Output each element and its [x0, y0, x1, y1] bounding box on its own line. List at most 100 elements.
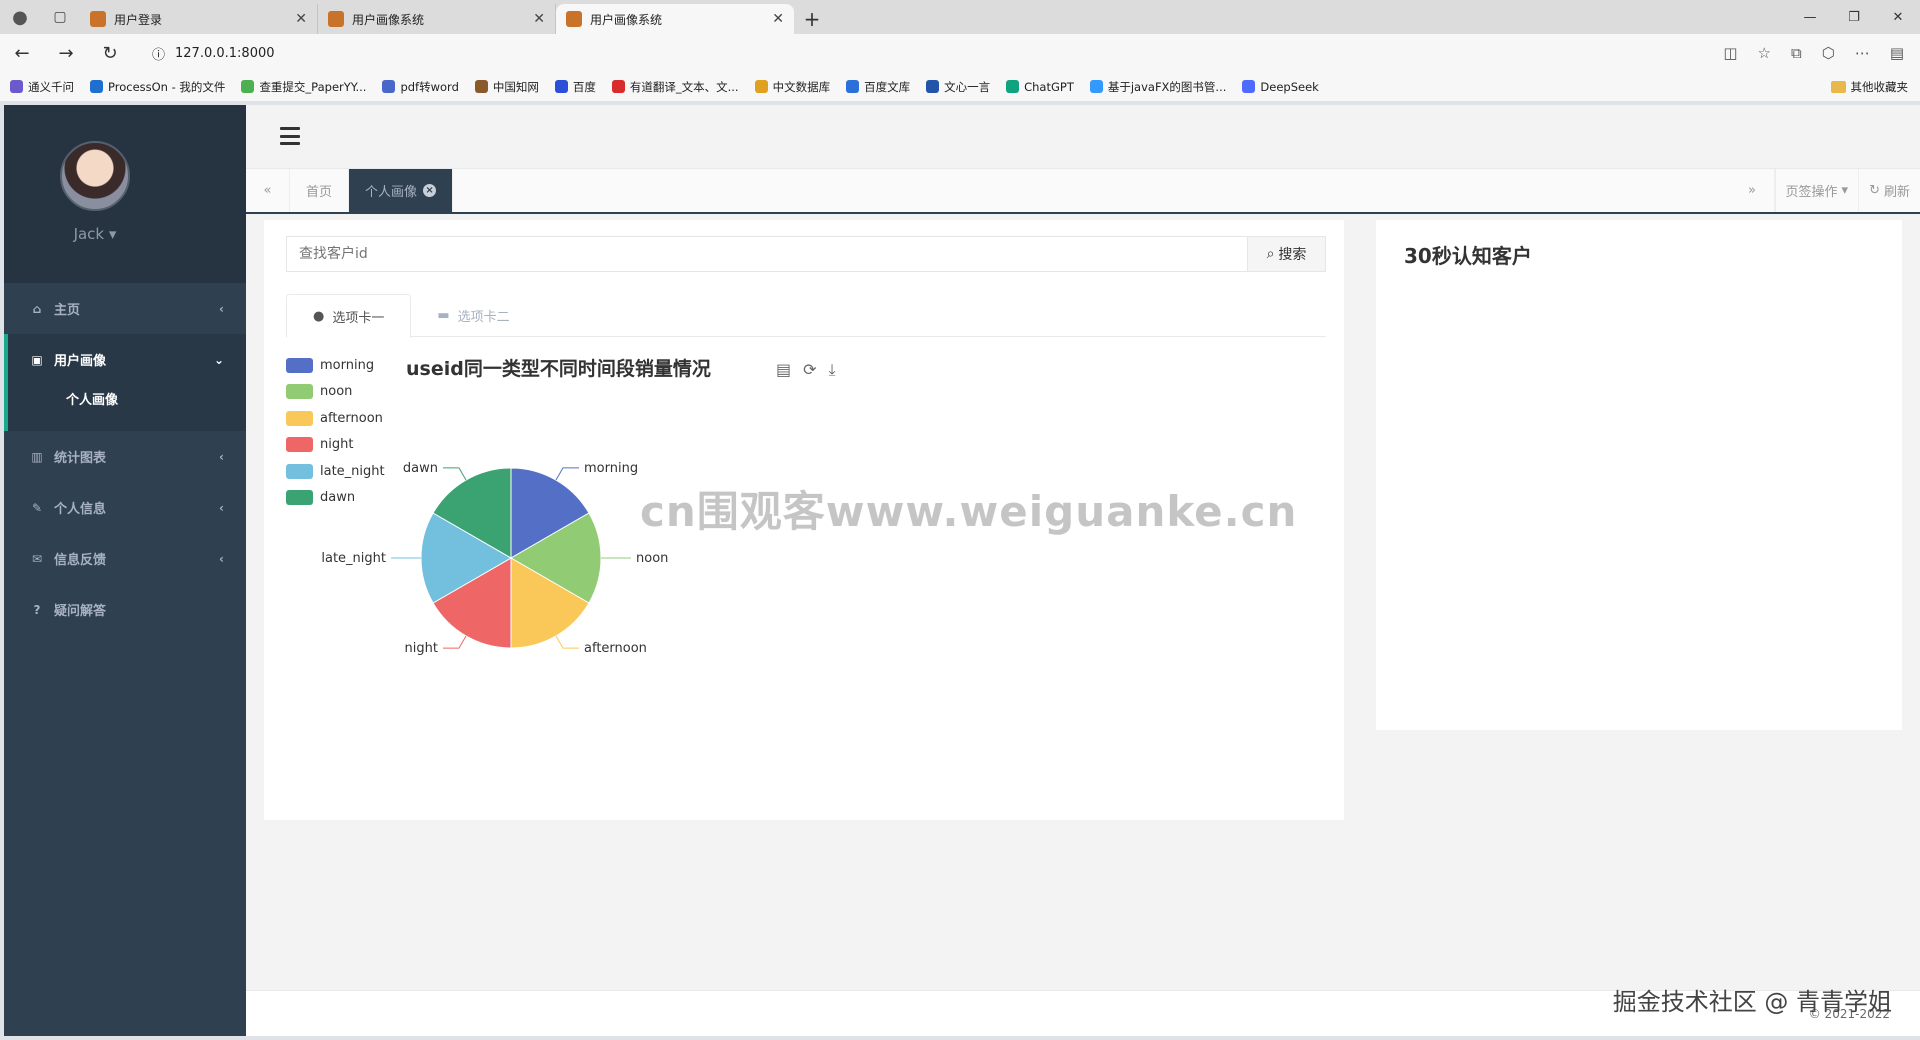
legend-item[interactable]: late_night: [286, 458, 385, 485]
profile-icon[interactable]: ●: [0, 0, 40, 34]
bookmark-item[interactable]: DeepSeek: [1242, 80, 1319, 94]
content-tabs: ● 选项卡一 ▬ 选项卡二: [286, 294, 1326, 338]
extensions-icon[interactable]: ⬡: [1822, 44, 1835, 62]
legend-item[interactable]: night: [286, 432, 385, 459]
label-line: [555, 467, 579, 481]
bookmark-item[interactable]: pdf转word: [382, 79, 459, 95]
bookmark-label: ChatGPT: [1024, 79, 1074, 94]
bookmark-item[interactable]: 基于javaFX的图书管...: [1089, 79, 1226, 95]
bookmark-item[interactable]: 查重提交_PaperYY...: [241, 79, 366, 95]
back-icon[interactable]: ←: [0, 34, 44, 72]
bookmark-item[interactable]: 百度: [554, 79, 596, 95]
reload-icon[interactable]: ↻: [88, 34, 132, 72]
bookmark-item[interactable]: ProcessOn - 我的文件: [90, 79, 225, 95]
tab-actions-icon[interactable]: ▢: [40, 0, 80, 34]
menu-toggle-icon[interactable]: [280, 127, 300, 145]
new-tab-button[interactable]: +: [794, 4, 830, 34]
bookmark-item[interactable]: 中文数据库: [754, 79, 830, 95]
tab-operations-dropdown[interactable]: 页签操作 ▾: [1774, 169, 1859, 212]
sidebar-item-feedback[interactable]: ✉ 信息反馈 ‹: [4, 533, 246, 584]
refresh-icon: ↻: [1869, 183, 1880, 198]
sidebar-subitem-personal-portrait[interactable]: 个人画像: [4, 385, 246, 431]
close-tab-icon[interactable]: ✕: [772, 11, 784, 27]
legend-item[interactable]: noon: [286, 379, 385, 406]
tab-current-label: 个人画像: [365, 185, 418, 200]
search-input[interactable]: [286, 236, 1248, 272]
browser-tab[interactable]: 用户画像系统 ✕: [318, 4, 556, 34]
chevron-down-icon: ⌄: [213, 352, 224, 367]
slice-label: afternoon: [584, 641, 647, 656]
close-tab-icon[interactable]: ×: [423, 184, 437, 197]
address-bar[interactable]: ⓘ 127.0.0.1:8000: [138, 39, 1638, 67]
sidebar-toggle-icon[interactable]: ▤: [1890, 44, 1904, 62]
legend-swatch: [286, 384, 313, 400]
sidebar-item-personal-info[interactable]: ✎ 个人信息 ‹: [4, 482, 246, 533]
sidebar-item-faq[interactable]: ? 疑问解答: [4, 584, 246, 635]
slice-label: night: [405, 641, 438, 656]
legend-item[interactable]: morning: [286, 352, 385, 379]
legend-swatch: [286, 437, 313, 453]
top-navbar: [246, 105, 1920, 169]
tab-personal-portrait[interactable]: 个人画像 ×: [349, 169, 454, 212]
browser-tab-title: 用户画像系统: [352, 12, 425, 27]
folder-icon: [1830, 81, 1846, 93]
restore-icon[interactable]: ❐: [1832, 0, 1876, 34]
question-icon: ?: [33, 602, 41, 617]
tab-option-one[interactable]: ● 选项卡一: [286, 294, 412, 338]
collections-icon[interactable]: ⧉: [1791, 44, 1802, 62]
panel-title: 30秒认知客户: [1404, 244, 1532, 268]
legend-label: morning: [320, 357, 375, 373]
browser-tab-active[interactable]: 用户画像系统 ✕: [556, 4, 794, 34]
legend-item[interactable]: afternoon: [286, 405, 385, 432]
bookmark-item[interactable]: 有道翻译_文本、文...: [611, 79, 739, 95]
bookmark-item[interactable]: 通义千问: [10, 79, 74, 95]
info-icon[interactable]: ⓘ: [152, 44, 165, 63]
sidebar-item-home[interactable]: ⌂ 主页 ‹: [4, 283, 246, 334]
search-button-label: 搜索: [1278, 247, 1307, 263]
tab-home[interactable]: 首页: [290, 169, 350, 212]
favicon-icon: [90, 11, 106, 27]
bookmark-icon: [926, 80, 940, 93]
sidebar-subitem-label: 个人画像: [66, 393, 119, 408]
legend-swatch: [286, 357, 313, 373]
tabs-scroll-left-icon[interactable]: «: [246, 169, 290, 212]
forward-icon[interactable]: →: [44, 34, 88, 72]
label-line: [443, 635, 467, 649]
chevron-left-icon: ‹: [219, 449, 224, 464]
user-dropdown[interactable]: Jack ▾: [74, 225, 117, 243]
favorites-icon[interactable]: ☆: [1758, 44, 1771, 62]
more-icon[interactable]: ⋯: [1855, 44, 1870, 62]
slice-label: noon: [636, 551, 668, 566]
split-screen-icon[interactable]: ◫: [1723, 44, 1737, 62]
watermark: cn围观客www.weiguanke.cn: [640, 487, 1298, 536]
data-view-icon[interactable]: ▤: [776, 360, 791, 380]
avatar: [60, 141, 130, 211]
bookmark-label: pdf转word: [400, 79, 459, 94]
window-controls: — ❐ ✕: [1788, 0, 1920, 34]
refresh-button[interactable]: ↻ 刷新: [1858, 169, 1920, 212]
slice-label: dawn: [403, 461, 438, 476]
bookmark-icon: [474, 80, 488, 93]
bookmark-item[interactable]: 百度文库: [846, 79, 910, 95]
close-tab-icon[interactable]: ✕: [295, 11, 307, 27]
search-button[interactable]: ⌕ 搜索: [1248, 236, 1326, 272]
restore-icon[interactable]: ⟳: [803, 360, 816, 380]
sidebar-item-label: 个人信息: [54, 502, 107, 517]
sidebar-item-charts[interactable]: ▥ 统计图表 ‹: [4, 431, 246, 482]
tab-option-two[interactable]: ▬ 选项卡二: [411, 294, 535, 337]
download-icon[interactable]: ⤓: [829, 360, 836, 380]
other-bookmarks[interactable]: 其他收藏夹: [1830, 72, 1908, 102]
bookmark-item[interactable]: 中国知网: [474, 79, 539, 95]
chart-toolbox: ▤ ⟳ ⤓: [776, 360, 836, 380]
minimize-icon[interactable]: —: [1788, 0, 1832, 34]
close-tab-icon[interactable]: ✕: [533, 11, 545, 27]
chevron-left-icon: ‹: [219, 551, 224, 566]
legend-item[interactable]: dawn: [286, 485, 385, 512]
bookmark-item[interactable]: 文心一言: [926, 79, 990, 95]
close-window-icon[interactable]: ✕: [1876, 0, 1920, 34]
sidebar-item-user-portrait[interactable]: ▣ 用户画像 ⌄: [4, 334, 246, 385]
tabs-scroll-right-icon[interactable]: »: [1731, 169, 1775, 212]
bookmark-item[interactable]: ChatGPT: [1006, 80, 1074, 94]
legend-swatch: [286, 410, 313, 426]
browser-tab[interactable]: 用户登录 ✕: [80, 4, 318, 34]
